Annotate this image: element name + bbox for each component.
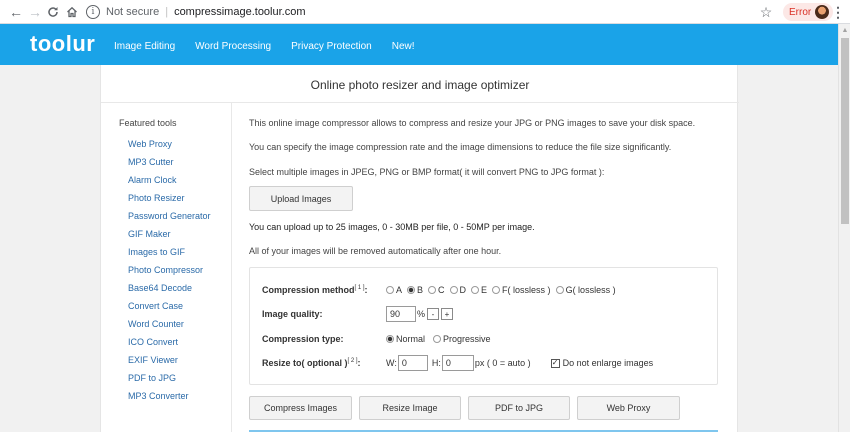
type-option-normal[interactable]: Normal: [386, 334, 425, 344]
sidebar-item-photo-resizer[interactable]: Photo Resizer: [128, 193, 211, 211]
sidebar-item-web-proxy[interactable]: Web Proxy: [128, 139, 211, 157]
sidebar-item-convert-case[interactable]: Convert Case: [128, 301, 211, 319]
nav-new[interactable]: New!: [392, 41, 415, 52]
scroll-up-icon[interactable]: ▲: [839, 24, 850, 36]
type-option-progressive[interactable]: Progressive: [433, 334, 491, 344]
radio-method-a[interactable]: [386, 286, 394, 294]
profile-error-label: Error: [789, 6, 812, 18]
avatar: [815, 5, 830, 19]
radio-type-progressive[interactable]: [433, 335, 442, 343]
sidebar-heading: Featured tools: [119, 118, 177, 128]
resize-image-button[interactable]: Resize Image: [359, 396, 461, 420]
url-text[interactable]: compressimage.toolur.com: [174, 6, 305, 18]
star-icon[interactable]: ☆: [758, 2, 774, 22]
main-card: Online photo resizer and image optimizer…: [100, 65, 739, 432]
method-option-f[interactable]: F( lossless ): [492, 285, 551, 295]
web-proxy-button[interactable]: Web Proxy: [577, 396, 680, 420]
width-input[interactable]: 0: [397, 355, 428, 371]
compression-type-row: Compression type: Normal Progressive: [262, 331, 496, 347]
sidebar-item-photo-compressor[interactable]: Photo Compressor: [128, 265, 211, 283]
radio-method-c[interactable]: [428, 286, 437, 294]
image-quality-row: Image quality: 90 % - +: [262, 306, 454, 322]
title-divider: [101, 102, 739, 103]
radio-method-f[interactable]: [492, 286, 501, 294]
compression-method-row: Compression method[ 1 ]: A B C D E F( lo…: [262, 282, 621, 298]
kebab-menu-icon[interactable]: ⋮: [831, 2, 845, 22]
home-icon[interactable]: [62, 2, 82, 22]
sidebar-item-exif-viewer[interactable]: EXIF Viewer: [128, 355, 211, 373]
security-status: Not secure: [106, 6, 160, 18]
quality-increase-button[interactable]: +: [441, 308, 454, 320]
method-option-d[interactable]: D: [449, 285, 466, 295]
sidebar-item-password-generator[interactable]: Password Generator: [128, 211, 211, 229]
intro-paragraph-1: This online image compressor allows to c…: [249, 118, 696, 128]
action-buttons: Compress Images Resize Image PDF to JPG …: [249, 396, 687, 420]
reload-icon[interactable]: [43, 2, 63, 22]
featured-tools-list: Web Proxy MP3 Cutter Alarm Clock Photo R…: [128, 139, 211, 409]
method-option-c[interactable]: C: [428, 285, 445, 295]
radio-method-g[interactable]: [555, 286, 564, 294]
top-navigation: Image Editing Word Processing Privacy Pr…: [114, 41, 435, 52]
page-title: Online photo resizer and image optimizer: [310, 78, 530, 92]
footnote-1[interactable]: [ 1 ]: [355, 285, 365, 291]
radio-type-normal[interactable]: [386, 335, 394, 343]
no-enlarge-checkbox[interactable]: ✓: [550, 358, 560, 368]
method-option-a[interactable]: A: [386, 285, 402, 295]
sidebar-item-images-to-gif[interactable]: Images to GIF: [128, 247, 211, 265]
browser-toolbar: ← → i Not secure | compressimage.toolur.…: [0, 0, 850, 24]
sidebar-item-mp3-converter[interactable]: MP3 Converter: [128, 391, 211, 409]
removal-note: All of your images will be removed autom…: [249, 246, 502, 256]
upload-images-button[interactable]: Upload Images: [249, 186, 353, 211]
compress-images-button[interactable]: Compress Images: [249, 396, 352, 420]
sidebar-item-gif-maker[interactable]: GIF Maker: [128, 229, 211, 247]
nav-privacy-protection[interactable]: Privacy Protection: [291, 41, 372, 52]
no-enlarge-option[interactable]: ✓ Do not enlarge images: [550, 358, 654, 368]
resize-label: Resize to( optional )[ 2 ]:: [262, 358, 361, 368]
info-icon[interactable]: i: [86, 5, 100, 19]
sidebar-item-alarm-clock[interactable]: Alarm Clock: [128, 175, 211, 193]
settings-panel: Compression method[ 1 ]: A B C D E F( lo…: [249, 267, 718, 385]
quality-input[interactable]: 90: [386, 306, 416, 322]
sidebar-divider: [231, 103, 232, 432]
page-scrollbar[interactable]: ▲: [838, 24, 850, 432]
footnote-2[interactable]: [ 2 ]: [348, 358, 358, 364]
compression-type-label: Compression type:: [262, 334, 344, 344]
back-icon[interactable]: ←: [6, 2, 26, 22]
height-input[interactable]: 0: [441, 355, 474, 371]
sidebar-item-base64-decode[interactable]: Base64 Decode: [128, 283, 211, 301]
radio-method-b[interactable]: [407, 286, 416, 294]
no-enlarge-label: Do not enlarge images: [562, 358, 654, 368]
forward-icon[interactable]: →: [25, 2, 45, 22]
px-auto-note: px ( 0 = auto ): [474, 358, 531, 368]
method-option-e[interactable]: E: [471, 285, 487, 295]
nav-image-editing[interactable]: Image Editing: [114, 41, 175, 52]
intro-paragraph-3: Select multiple images in JPEG, PNG or B…: [249, 167, 605, 177]
radio-method-d[interactable]: [449, 286, 458, 294]
sidebar-item-word-counter[interactable]: Word Counter: [128, 319, 211, 337]
nav-word-processing[interactable]: Word Processing: [195, 41, 271, 52]
sidebar-item-ico-convert[interactable]: ICO Convert: [128, 337, 211, 355]
quality-unit: %: [417, 309, 426, 319]
width-label: W:: [386, 358, 397, 368]
height-label: H:: [431, 358, 441, 368]
quality-decrease-button[interactable]: -: [427, 308, 440, 320]
scroll-thumb[interactable]: [841, 38, 849, 224]
resize-row: Resize to( optional )[ 2 ]: W: 0 H: 0 px…: [262, 355, 653, 371]
address-bar[interactable]: i Not secure | compressimage.toolur.com: [86, 2, 786, 22]
upload-limits-text: You can upload up to 25 images, 0 - 30MB…: [249, 222, 535, 232]
site-logo[interactable]: toolur: [30, 31, 95, 57]
method-option-g[interactable]: G( lossless ): [555, 285, 616, 295]
profile-error-button[interactable]: Error: [783, 3, 834, 21]
site-header: toolur Image Editing Word Processing Pri…: [0, 24, 838, 65]
image-quality-label: Image quality:: [262, 309, 323, 319]
intro-paragraph-2: You can specify the image compression ra…: [249, 142, 672, 152]
sidebar-item-mp3-cutter[interactable]: MP3 Cutter: [128, 157, 211, 175]
method-option-b[interactable]: B: [407, 285, 423, 295]
radio-method-e[interactable]: [471, 286, 480, 294]
address-separator: |: [165, 6, 169, 18]
sidebar-item-pdf-to-jpg[interactable]: PDF to JPG: [128, 373, 211, 391]
pdf-to-jpg-button[interactable]: PDF to JPG: [468, 396, 570, 420]
compression-method-label: Compression method[ 1 ]:: [262, 285, 368, 295]
